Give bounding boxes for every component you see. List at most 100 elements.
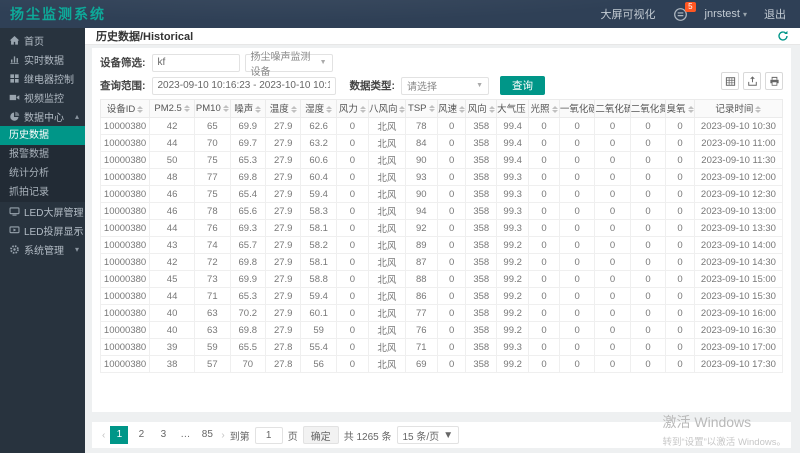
filter-columns-button[interactable] [721, 72, 739, 90]
goto-page-input[interactable] [255, 427, 283, 444]
cell: 10000380 [101, 271, 150, 288]
table-header-row: 设备IDPM2.5PM10噪声温度湿度风力八风向TSP风速风向大气压光照一氧化碳… [101, 100, 783, 118]
sort-icon[interactable] [223, 102, 229, 115]
cell: 10000380 [101, 135, 150, 152]
refresh-icon[interactable] [777, 30, 789, 42]
sidebar-subitem-alarm-data[interactable]: 报警数据 [0, 145, 85, 164]
col-header-5[interactable]: 湿度 [301, 100, 336, 118]
cell: 0 [595, 305, 630, 322]
col-header-0[interactable]: 设备ID [101, 100, 150, 118]
sidebar-item-data-center[interactable]: 数据中心▴ [0, 107, 85, 126]
col-header-1[interactable]: PM2.5 [150, 100, 195, 118]
sort-icon[interactable] [326, 103, 332, 116]
col-header-11[interactable]: 大气压 [497, 100, 529, 118]
sidebar-item-realtime-data[interactable]: 实时数据 [0, 50, 85, 69]
sort-icon[interactable] [399, 103, 405, 116]
next-page-icon[interactable]: › [221, 430, 224, 441]
col-header-12[interactable]: 光照 [529, 100, 560, 118]
cell: 北风 [368, 203, 405, 220]
sort-icon[interactable] [255, 103, 261, 116]
table-row: 10000380447669.327.958.10北风92035899.3000… [101, 220, 783, 237]
sidebar-subitem-statistics[interactable]: 统计分析 [0, 164, 85, 183]
cell: 0 [666, 271, 695, 288]
cell: 0 [559, 356, 594, 373]
cell: 71 [195, 288, 230, 305]
cell: 69.8 [230, 254, 265, 271]
cell: 0 [666, 186, 695, 203]
sort-icon[interactable] [688, 103, 694, 116]
sort-icon[interactable] [184, 102, 190, 115]
col-header-2[interactable]: PM10 [195, 100, 230, 118]
cell: 0 [336, 203, 368, 220]
cell: 0 [559, 271, 594, 288]
page-button-3[interactable]: 3 [154, 426, 172, 444]
col-header-9[interactable]: 风速 [437, 100, 466, 118]
sidebar-subitem-snapshot-records[interactable]: 抓拍记录 [0, 183, 85, 202]
export-button[interactable] [743, 72, 761, 90]
chevron-down-icon: ▼ [320, 59, 327, 66]
sidebar-subitem-history-data[interactable]: 历史数据 [0, 126, 85, 145]
col-header-7[interactable]: 八风向 [368, 100, 405, 118]
table-row: 10000380447165.327.959.40北风86035899.2000… [101, 288, 783, 305]
table-toolbar [721, 72, 783, 90]
page-button-2[interactable]: 2 [132, 426, 150, 444]
sort-icon[interactable] [489, 103, 495, 116]
user-menu[interactable]: jnrstest ▾ [705, 8, 747, 20]
sidebar-item-home[interactable]: 首页 [0, 31, 85, 50]
sidebar-item-relay-control[interactable]: 继电器控制 [0, 69, 85, 88]
cell: 69.7 [230, 135, 265, 152]
date-range-input[interactable] [152, 77, 336, 95]
cell: 45 [150, 271, 195, 288]
page-button-1[interactable]: 1 [110, 426, 128, 444]
notification-icon[interactable]: 5 [673, 7, 688, 22]
col-header-14[interactable]: 二氧化硫 [595, 100, 630, 118]
big-screen-visualization-link[interactable]: 大屏可视化 [601, 6, 656, 22]
col-header-15[interactable]: 二氧化氮 [630, 100, 665, 118]
cell: 0 [666, 203, 695, 220]
col-header-6[interactable]: 风力 [336, 100, 368, 118]
cell: 75 [195, 186, 230, 203]
logout-link[interactable]: 退出 [764, 6, 786, 22]
cell: 0 [630, 254, 665, 271]
table-row: 10000380447069.727.963.20北风84035899.4000… [101, 135, 783, 152]
cell: 65.3 [230, 288, 265, 305]
col-header-13[interactable]: 一氧化碳 [559, 100, 594, 118]
sort-icon[interactable] [755, 103, 761, 116]
col-header-8[interactable]: TSP [405, 100, 437, 118]
cell: 0 [630, 203, 665, 220]
sort-icon[interactable] [429, 102, 435, 115]
col-header-3[interactable]: 噪声 [230, 100, 265, 118]
col-header-10[interactable]: 风向 [466, 100, 497, 118]
search-button[interactable]: 查询 [500, 76, 545, 95]
sort-icon[interactable] [552, 103, 558, 116]
device-filter-input[interactable] [152, 54, 240, 72]
sidebar-item-system[interactable]: 系统管理▾ [0, 240, 85, 259]
sidebar-item-led-cast[interactable]: LED投屏显示▾ [0, 221, 85, 240]
cell: 44 [150, 288, 195, 305]
page-size-select[interactable]: 15 条/页 ▼ [397, 426, 460, 444]
prev-page-icon[interactable]: ‹ [102, 430, 105, 441]
data-type-select[interactable]: 请选择 ▼ [401, 77, 489, 95]
sidebar-item-led-screen[interactable]: LED大屏管理 [0, 202, 85, 221]
cell: 74 [195, 237, 230, 254]
col-header-16[interactable]: 臭氧 [666, 100, 695, 118]
sort-icon[interactable] [291, 103, 297, 116]
col-header-4[interactable]: 温度 [266, 100, 301, 118]
col-header-17[interactable]: 记录时间 [694, 100, 782, 118]
table-row: 10000380467565.427.959.40北风90035899.3000… [101, 186, 783, 203]
username: jnrstest [705, 8, 740, 20]
device-type-select[interactable]: 扬尘噪声监测设备 ▼ [245, 54, 333, 72]
cell: 69.8 [230, 169, 265, 186]
table-row: 10000380426569.927.962.60北风78035899.4000… [101, 118, 783, 135]
sort-icon[interactable] [137, 103, 143, 116]
print-button[interactable] [765, 72, 783, 90]
page-button-85[interactable]: 85 [198, 426, 216, 444]
goto-confirm-button[interactable]: 确定 [303, 426, 339, 444]
sort-icon[interactable] [459, 103, 465, 116]
cell: 0 [529, 322, 560, 339]
cell: 0 [336, 220, 368, 237]
cell: 0 [630, 356, 665, 373]
sidebar-item-video-monitor[interactable]: 视频监控 [0, 88, 85, 107]
cell: 99.2 [497, 254, 529, 271]
sort-icon[interactable] [360, 103, 366, 116]
